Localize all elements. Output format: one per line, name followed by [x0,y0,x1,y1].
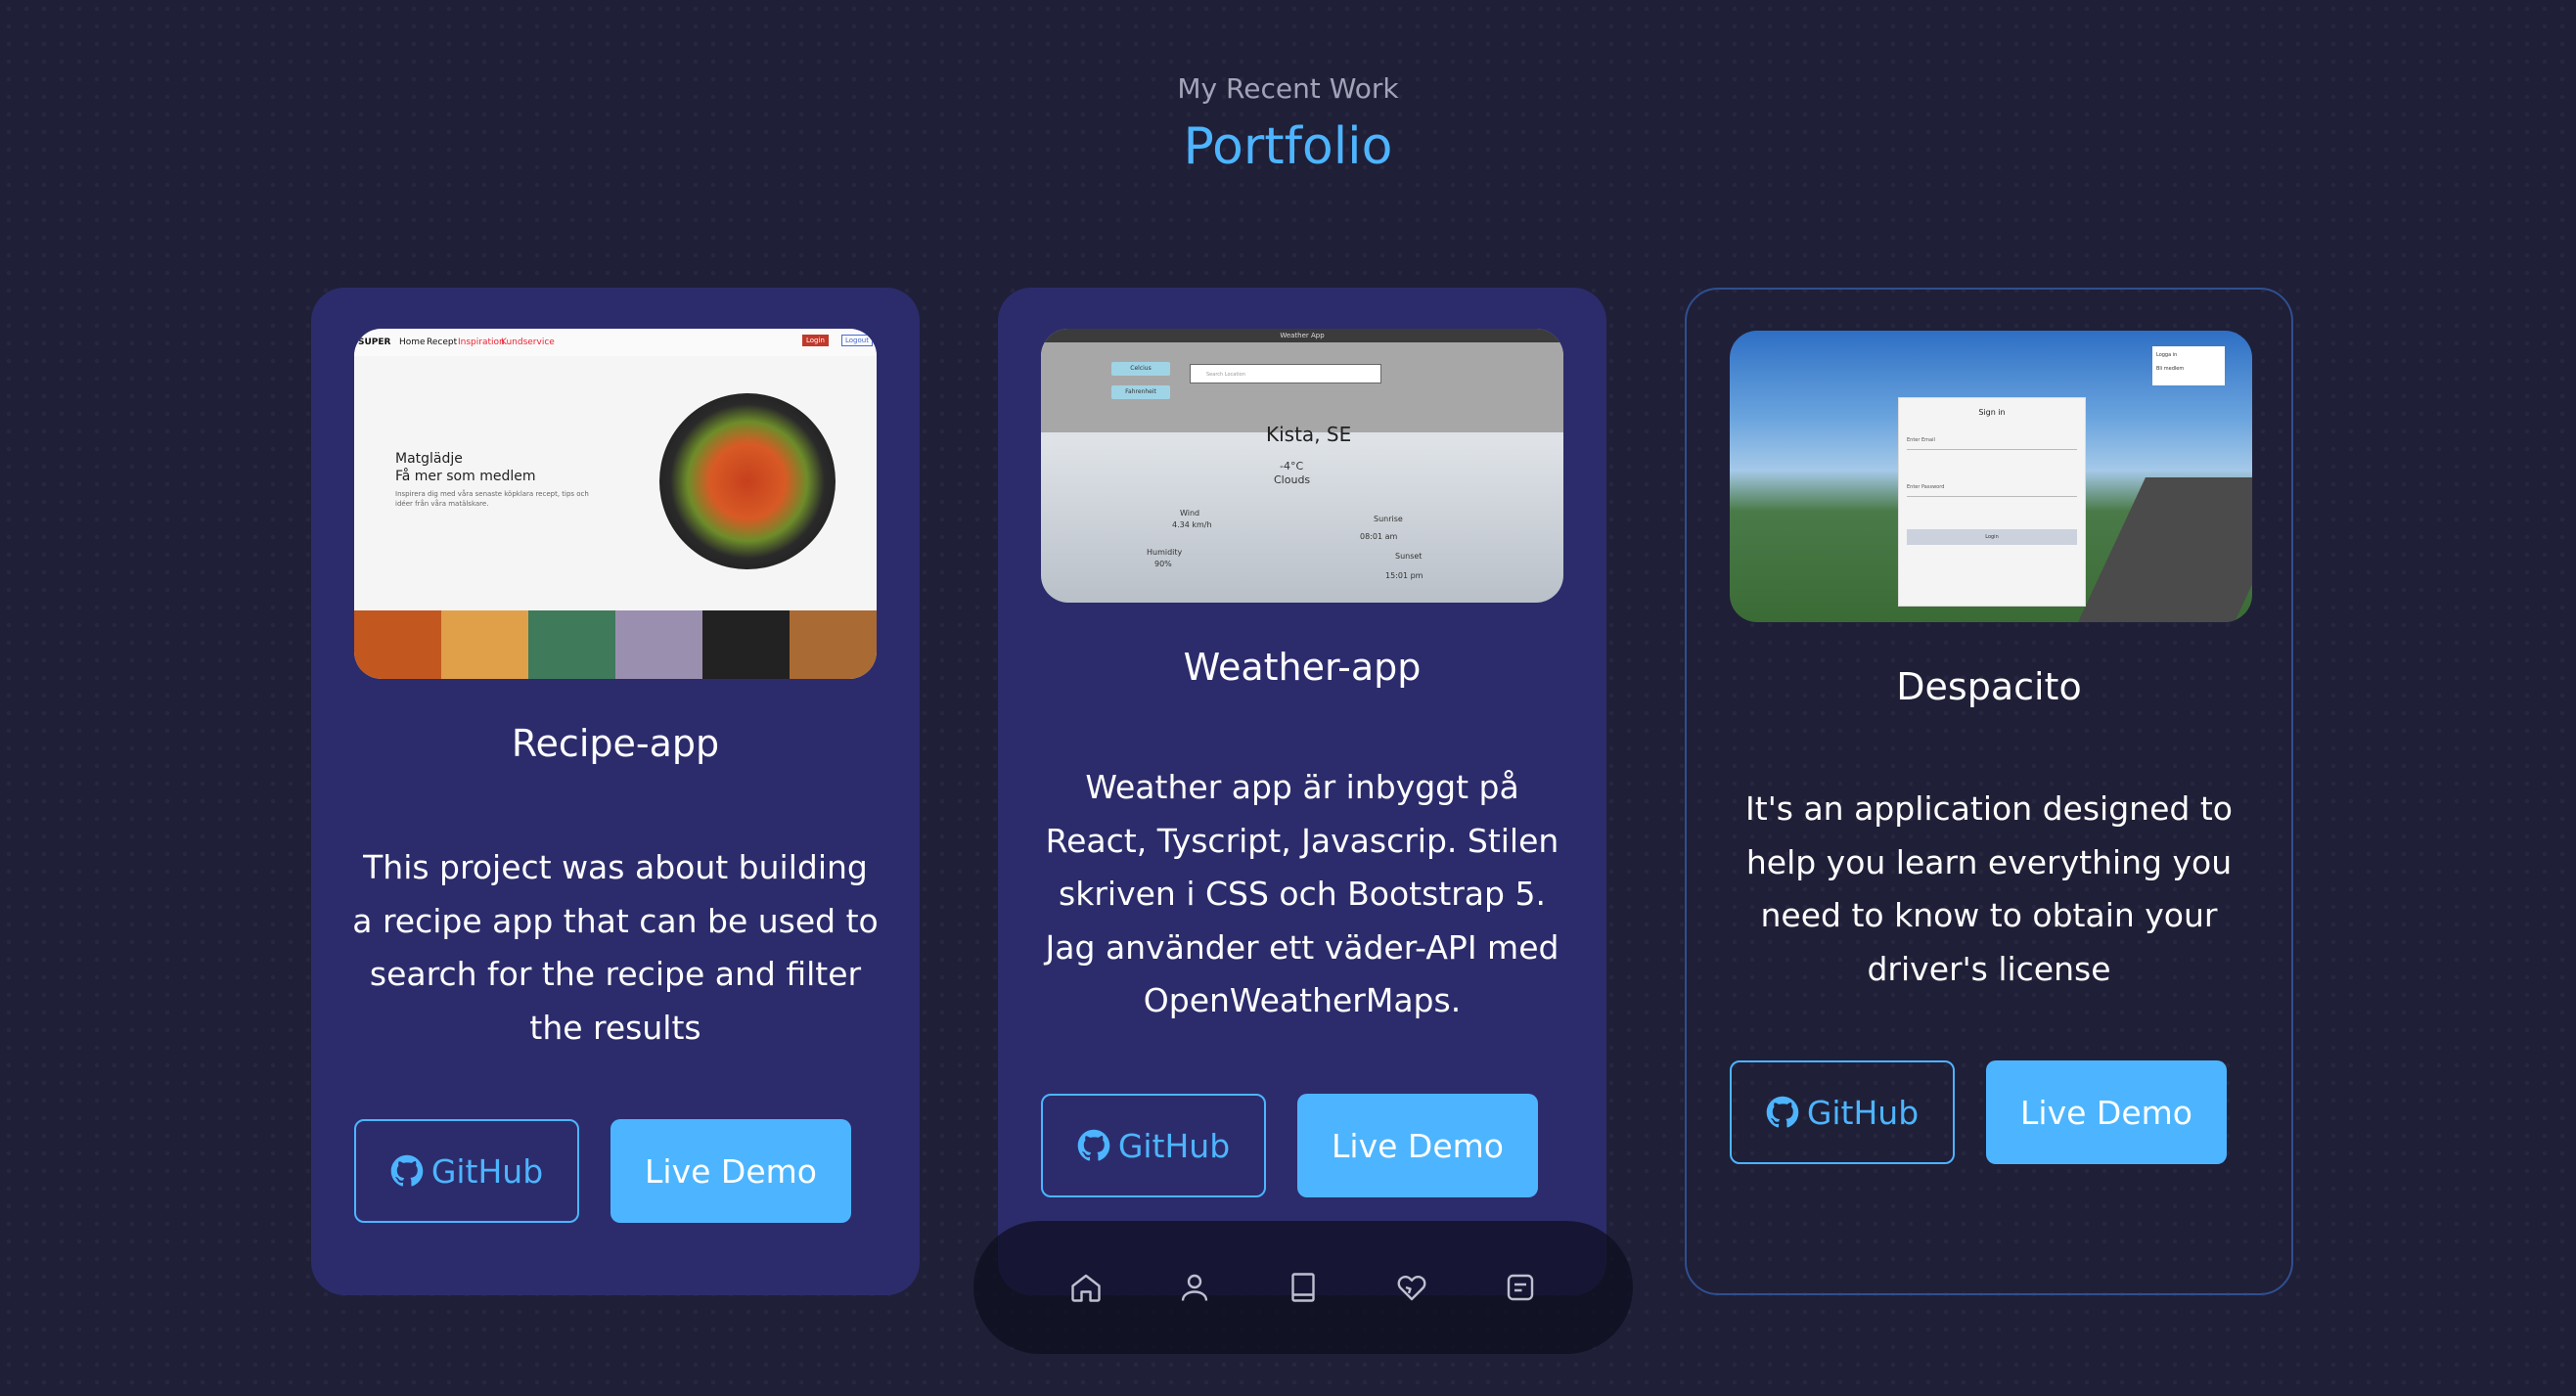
live-demo-button[interactable]: Live Demo [610,1119,851,1223]
project-title: Weather-app [1183,646,1422,689]
github-button[interactable]: GitHub [1041,1094,1266,1197]
preview-form-title: Sign in [1978,408,2006,417]
live-demo-button[interactable]: Live Demo [1297,1094,1538,1197]
preview-sunset-label: Sunset [1395,552,1423,561]
section-title: Portfolio [1183,117,1393,176]
preview-nav-item: Inspiration [458,338,505,347]
preview-wind-label: Wind [1180,509,1200,518]
food-thumbnail [790,610,877,679]
preview-body: Inspirera dig med våra senaste köpklara … [395,490,589,508]
project-title: Recipe-app [511,722,720,765]
home-icon[interactable] [1066,1268,1106,1307]
preview-email-label: Enter Email [1907,437,1935,443]
preview-headline-2: Få mer som medlem [395,469,536,484]
project-card-recipe: SUPER Home Recept Inspiration Kundservic… [311,288,920,1295]
preview-navbar: SUPER Home Recept Inspiration Kundservic… [354,329,877,356]
heart-icon[interactable] [1392,1268,1431,1307]
preview-logout: Logout [841,335,873,346]
food-thumbnail [354,610,441,679]
preview-temp: -4°C [1280,460,1304,473]
preview-account-box: Logga in Bli medlem [2152,346,2225,385]
food-bowl-image [659,393,836,569]
live-demo-button[interactable]: Live Demo [1986,1060,2227,1164]
preview-sunrise-value: 08:01 am [1360,532,1398,541]
project-description: Weather app är inbyggt på React, Tyscrip… [1045,768,1559,1019]
preview-headline: Matglädje Få mer som medlem [395,450,535,485]
project-image-weather: Weather App Celcius Fahrenheit Search Lo… [1041,329,1563,603]
bottom-navigation [973,1221,1633,1354]
user-icon[interactable] [1175,1268,1214,1307]
food-thumbnail [441,610,528,679]
github-button[interactable]: GitHub [354,1119,579,1223]
preview-wind-value: 4.34 km/h [1172,520,1212,529]
preview-nav-item: Kundservice [501,338,555,347]
preview-fahrenheit: Fahrenheit [1111,385,1170,399]
preview-password-label: Enter Password [1907,484,1945,490]
preview-condition: Clouds [1274,473,1311,486]
preview-humidity-label: Humidity [1147,548,1183,557]
github-label: GitHub [1117,1126,1231,1165]
road-image [2077,477,2252,622]
github-icon [1077,1129,1110,1161]
project-card-despacito: Sign in Enter Email Enter Password Login… [1685,288,2293,1295]
project-description: This project was about building a recipe… [352,848,879,1047]
preview-divider [1907,496,2077,497]
food-thumbnail-strip [354,610,877,679]
github-icon [390,1154,424,1187]
preview-divider [1907,449,2077,450]
github-button[interactable]: GitHub [1730,1060,1955,1164]
preview-box-line-2: Bli medlem [2156,366,2185,372]
preview-nav-item: Recept [427,338,458,347]
project-title: Despacito [1896,665,2082,708]
section-subtitle: My Recent Work [1177,72,1399,105]
github-icon [1766,1096,1799,1128]
github-label: GitHub [1806,1093,1920,1132]
preview-headline-1: Matglädje [395,451,463,467]
food-thumbnail [615,610,702,679]
github-label: GitHub [430,1151,544,1191]
message-icon[interactable] [1501,1268,1540,1307]
book-icon[interactable] [1284,1268,1323,1307]
project-card-weather: Weather App Celcius Fahrenheit Search Lo… [998,288,1606,1295]
preview-signin-form: Sign in Enter Email Enter Password Login [1898,397,2086,607]
preview-window-title: Weather App [1041,329,1563,342]
preview-box-line-1: Logga in [2156,352,2178,358]
preview-sunset-value: 15:01 pm [1385,571,1424,580]
food-thumbnail [528,610,615,679]
preview-nav-item: Home [399,338,426,347]
project-description: It's an application designed to help you… [1745,789,2233,988]
preview-sunrise-label: Sunrise [1374,515,1403,523]
preview-login: Login [802,335,829,346]
project-image-recipe: SUPER Home Recept Inspiration Kundservic… [354,329,877,679]
preview-celsius: Celcius [1111,362,1170,376]
project-image-despacito: Sign in Enter Email Enter Password Login… [1730,331,2252,622]
preview-logo: SUPER [358,338,391,347]
preview-search: Search Location [1190,364,1381,383]
preview-city: Kista, SE [1266,423,1352,446]
preview-login-button: Login [1907,529,2077,545]
preview-toolbar: Celcius Fahrenheit Search Location [1041,342,1563,432]
food-thumbnail [702,610,790,679]
preview-humidity-value: 90% [1154,560,1172,568]
